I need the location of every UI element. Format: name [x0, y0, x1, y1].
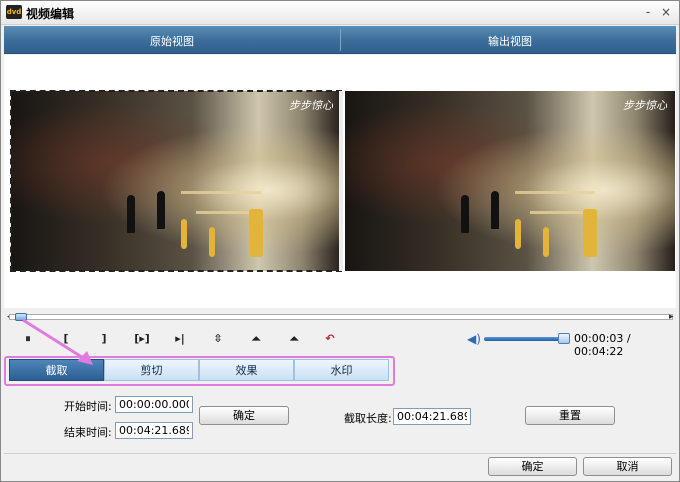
scene-figure	[181, 219, 187, 249]
scene-shelf	[196, 211, 256, 214]
footer-divider	[4, 453, 676, 454]
undo-button[interactable]: ↶	[321, 331, 339, 347]
next-frame-button[interactable]: ▸|	[171, 331, 189, 347]
source-video-preview[interactable]: 步步惊心	[10, 90, 342, 272]
end-time-input[interactable]	[115, 422, 193, 439]
scene-shelf	[530, 211, 590, 214]
volume-slider-knob[interactable]	[558, 333, 570, 344]
close-button[interactable]: ×	[659, 5, 673, 19]
playback-controls: ⏸ [ ] [▸] ▸| ⇳ ⏶ ⏶ ↶ ◀) 00:00:03 / 00:04…	[1, 328, 680, 358]
source-view-label: 原始视图	[150, 35, 194, 48]
scene-shelf	[181, 191, 261, 194]
tab-cut[interactable]: 剪切	[104, 359, 199, 381]
scene-robe	[583, 209, 597, 257]
scene-person	[461, 195, 469, 233]
title-bar: dvd 视频编辑 - ×	[1, 1, 679, 25]
end-time-label: 结束时间:	[64, 426, 112, 439]
scene-shelf	[515, 191, 595, 194]
scene-figure	[543, 227, 549, 257]
scene-figure	[515, 219, 521, 249]
start-time-input[interactable]	[115, 396, 193, 413]
start-time-label: 开始时间:	[64, 400, 112, 413]
split-button[interactable]: ⇳	[209, 331, 227, 347]
timeline-track[interactable]	[9, 314, 673, 320]
output-video-preview: 步步惊心	[345, 91, 675, 271]
pause-button[interactable]: ⏸	[19, 331, 37, 347]
header-divider	[340, 29, 341, 51]
output-view-label: 输出视图	[488, 35, 532, 48]
source-watermark: 步步惊心	[289, 99, 333, 112]
timeline-thumb[interactable]	[15, 313, 27, 321]
ok-button[interactable]: 确定	[488, 457, 577, 476]
minimize-button[interactable]: -	[641, 5, 655, 19]
view-header: 原始视图 输出视图	[4, 26, 676, 54]
trim-confirm-button[interactable]: 确定	[199, 406, 289, 425]
scene-person	[491, 191, 499, 229]
output-watermark: 步步惊心	[623, 99, 667, 112]
scene-person	[127, 195, 135, 233]
scene-robe	[249, 209, 263, 257]
play-selection-button[interactable]: [▸]	[131, 331, 153, 347]
trim-panel: 开始时间: 结束时间: 确定 截取长度: 重置	[4, 385, 676, 449]
fade-out-button[interactable]: ⏶	[285, 331, 303, 347]
time-display: 00:00:03 / 00:04:22	[574, 332, 631, 358]
length-input[interactable]	[393, 408, 471, 425]
edit-tabs: 截取 剪切 效果 水印	[9, 359, 389, 381]
mark-out-button[interactable]: ]	[95, 331, 113, 347]
scene-figure	[209, 227, 215, 257]
window-title: 视频编辑	[26, 7, 75, 21]
app-icon: dvd	[6, 5, 22, 19]
mark-in-button[interactable]: [	[57, 331, 75, 347]
timeline-end-marker[interactable]: ▸	[669, 312, 674, 322]
tab-watermark[interactable]: 水印	[294, 359, 389, 381]
scene-person	[157, 191, 165, 229]
length-label: 截取长度:	[344, 412, 392, 425]
video-editor-window: dvd 视频编辑 - × 原始视图 输出视图 步步惊心 步步惊心 ▸ ⏸ []…	[0, 0, 680, 482]
fade-in-button[interactable]: ⏶	[247, 331, 265, 347]
volume-icon[interactable]: ◀)	[467, 332, 481, 346]
tab-effects[interactable]: 效果	[199, 359, 294, 381]
cancel-button[interactable]: 取消	[583, 457, 672, 476]
preview-gap	[339, 91, 343, 271]
preview-area: 步步惊心 步步惊心	[4, 55, 676, 308]
reset-button[interactable]: 重置	[525, 406, 615, 425]
volume-slider-track[interactable]	[484, 337, 569, 341]
tab-trim[interactable]: 截取	[9, 359, 104, 381]
